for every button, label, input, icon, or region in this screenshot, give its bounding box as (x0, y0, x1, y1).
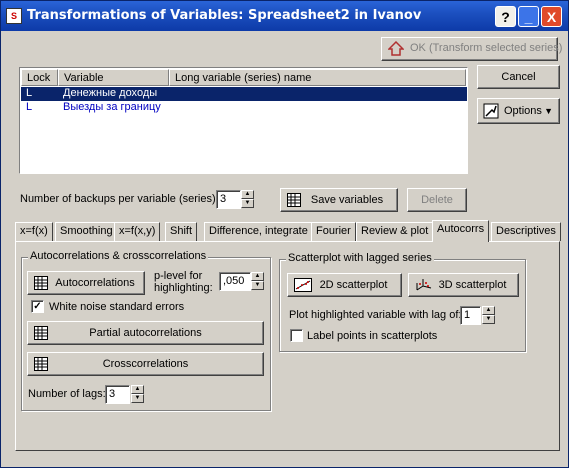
ok-transform-button[interactable]: OK (Transform selected series) (381, 37, 562, 61)
close-button[interactable]: X (541, 6, 562, 27)
scatter-2d-button[interactable]: 2D scatterplot (287, 273, 402, 297)
lags-spinner[interactable]: ▲ ▼ (131, 385, 144, 403)
lag-input[interactable]: 1 (460, 306, 481, 325)
column-header-long-name[interactable]: Long variable (series) name (169, 69, 466, 86)
variables-list[interactable]: Lock Variable Long variable (series) nam… (19, 67, 468, 174)
tab-smoothing[interactable]: Smoothing (55, 222, 118, 241)
lags-input[interactable]: 3 (105, 385, 130, 404)
variable-row[interactable]: L Денежные доходы (21, 87, 467, 101)
backups-label: Number of backups per variable (series): (20, 193, 219, 205)
spin-down-icon[interactable]: ▼ (131, 394, 144, 403)
tab-x-f-x-y[interactable]: x=f(x,y) (114, 222, 161, 241)
partial-autocorrelations-label: Partial autocorrelations (89, 327, 202, 339)
backups-spinner[interactable]: ▲ ▼ (241, 190, 254, 208)
label-points-checkbox[interactable] (290, 329, 303, 342)
plevel-input[interactable]: ,050 (219, 272, 251, 291)
options-button[interactable]: Options ▼ (477, 98, 560, 124)
white-noise-checkbox[interactable]: ✓ (31, 300, 44, 313)
help-button[interactable]: ? (495, 6, 516, 27)
spin-up-icon[interactable]: ▲ (482, 306, 495, 315)
partial-autocorrelations-button[interactable]: Partial autocorrelations (27, 321, 264, 345)
autocorrelations-button[interactable]: Autocorrelations (27, 271, 145, 295)
scatter-group-title: Scatterplot with lagged series (286, 252, 434, 264)
tab-autocorrs[interactable]: Autocorrs (432, 220, 490, 242)
ok-transform-label: OK (Transform selected series) (410, 42, 563, 54)
row-variable: Денежные доходы (63, 87, 158, 99)
scatter-2d-label: 2D scatterplot (319, 279, 388, 291)
plevel-spinner[interactable]: ▲ ▼ (251, 272, 264, 290)
scatter-3d-label: 3D scatterplot (438, 279, 507, 291)
column-header-variable[interactable]: Variable (58, 69, 169, 86)
scatter-3d-icon (416, 279, 432, 291)
row-lock: L (26, 87, 33, 99)
dialog-window: S Transformations of Variables: Spreadsh… (0, 0, 569, 468)
lag-spinner[interactable]: ▲ ▼ (482, 306, 495, 324)
spin-up-icon[interactable]: ▲ (131, 385, 144, 394)
save-variables-label: Save variables (310, 194, 384, 206)
window-title: Transformations of Variables: Spreadshee… (27, 8, 422, 23)
crosscorrelations-button[interactable]: Crosscorrelations (27, 352, 264, 376)
minimize-button[interactable]: _ (518, 6, 539, 27)
tab-review-plot[interactable]: Review & plot (356, 222, 434, 241)
spreadsheet-icon (34, 326, 48, 340)
white-noise-label: White noise standard errors (49, 301, 185, 313)
app-icon: S (6, 8, 22, 24)
spin-down-icon[interactable]: ▼ (241, 199, 254, 208)
tab-fourier[interactable]: Fourier (311, 222, 356, 241)
spin-up-icon[interactable]: ▲ (241, 190, 254, 199)
cancel-button[interactable]: Cancel (477, 65, 560, 89)
spreadsheet-icon (34, 276, 48, 290)
spin-up-icon[interactable]: ▲ (251, 272, 264, 281)
scatter-3d-button[interactable]: 3D scatterplot (408, 273, 519, 297)
column-header-lock[interactable]: Lock (21, 69, 58, 86)
options-icon (483, 103, 499, 119)
row-variable: Выезды за границу (63, 101, 161, 113)
lag-label: Plot highlighted variable with lag of: (289, 309, 462, 321)
scatter-2d-icon (294, 278, 312, 292)
tab-descriptives[interactable]: Descriptives (491, 222, 561, 241)
tab-difference-integrate[interactable]: Difference, integrate (204, 222, 313, 241)
spreadsheet-icon (34, 357, 48, 371)
spreadsheet-icon (287, 193, 301, 207)
spin-down-icon[interactable]: ▼ (251, 281, 264, 290)
title-bar[interactable]: S Transformations of Variables: Spreadsh… (1, 1, 568, 31)
delete-button[interactable]: Delete (407, 188, 467, 212)
lags-label: Number of lags: (28, 388, 106, 400)
crosscorrelations-label: Crosscorrelations (102, 358, 189, 370)
label-points-label: Label points in scatterplots (307, 330, 438, 342)
variable-row[interactable]: L Выезды за границу (21, 101, 467, 115)
plevel-label: p-level for highlighting: (154, 270, 213, 294)
chevron-down-icon: ▼ (544, 106, 553, 116)
spin-down-icon[interactable]: ▼ (482, 315, 495, 324)
autocorr-group-title: Autocorrelations & crosscorrelations (28, 250, 209, 262)
autocorrelations-label: Autocorrelations (55, 277, 135, 289)
backups-input[interactable]: 3 (216, 190, 241, 209)
tab-strip: x=f(x) Smoothing x=f(x,y) Shift Differen… (15, 220, 561, 242)
tab-x-f-x[interactable]: x=f(x) (15, 222, 53, 241)
house-icon (388, 41, 404, 56)
tab-shift[interactable]: Shift (165, 222, 198, 241)
variables-list-header: Lock Variable Long variable (series) nam… (21, 69, 466, 86)
save-variables-button[interactable]: Save variables (280, 188, 398, 212)
options-label: Options (504, 105, 542, 117)
row-lock: L (26, 101, 33, 113)
